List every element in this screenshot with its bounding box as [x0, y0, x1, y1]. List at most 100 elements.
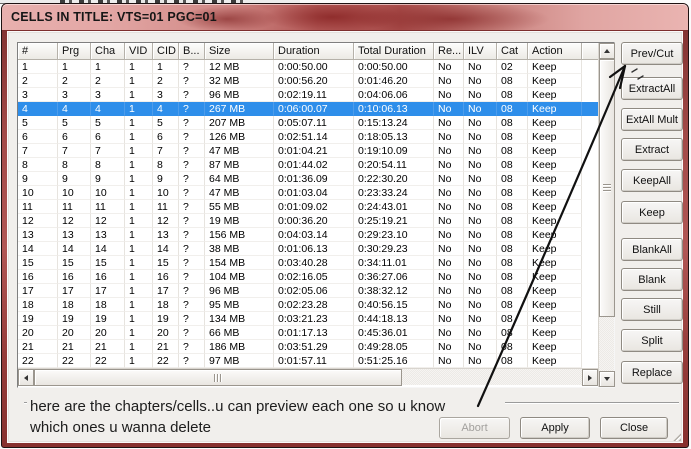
column-header-re[interactable]: Re... — [434, 43, 464, 60]
table-row-13[interactable]: 13 13 13 1 13? 156 MB 0:04:03.14 0:29:23.10 No No… — [18, 228, 598, 242]
cell: No — [464, 200, 497, 214]
cell: 1 — [125, 186, 153, 200]
table-row-20[interactable]: 20 20 20 1 20? 66 MB 0:01:17.13 0:45:36.01 No No 0… — [18, 326, 598, 340]
cell: 08 — [497, 88, 528, 102]
scroll-up-button[interactable] — [599, 43, 615, 59]
split-button[interactable]: Split — [621, 329, 683, 352]
blank-button[interactable]: Blank — [621, 268, 683, 291]
cell: No — [434, 284, 464, 298]
dialog-titlebar[interactable]: CELLS IN TITLE: VTS=01 PGC=01 — [2, 4, 688, 31]
table-row-6[interactable]: 6 6 6 1 6? 126 MB 0:02:51.14 0:18:05.13 No No 08 Ke… — [18, 130, 598, 144]
abort-button[interactable]: Abort — [439, 417, 510, 439]
cell: 2 — [18, 74, 58, 88]
column-header-vid[interactable]: VID — [125, 43, 153, 60]
resize-grip-icon[interactable] — [667, 427, 681, 441]
vertical-scrollbar[interactable] — [598, 43, 615, 387]
scroll-down-button[interactable] — [599, 371, 615, 387]
table-row-15[interactable]: 15 15 15 1 15? 154 MB 0:03:40.28 0:34:11.01 No No… — [18, 256, 598, 270]
cell: 20 — [153, 326, 179, 340]
table-row-16[interactable]: 16 16 16 1 16? 104 MB 0:02:16.05 0:36:27.06 No No… — [18, 270, 598, 284]
cell: 1 — [125, 116, 153, 130]
horizontal-scrollbar-thumb[interactable] — [34, 369, 402, 386]
column-header-[interactable]: # — [18, 43, 58, 60]
extract-button[interactable]: Extract — [621, 138, 683, 161]
prev-cut-button[interactable]: Prev/Cut — [621, 42, 683, 65]
column-header-filler — [582, 43, 598, 60]
table-row-8[interactable]: 8 8 8 1 8? 87 MB 0:01:44.02 0:20:54.11 No No 08 Kee… — [18, 158, 598, 172]
cell: 0:05:07.11 — [274, 116, 354, 130]
cell: 15 — [91, 256, 125, 270]
cell: No — [464, 228, 497, 242]
cell: 1 — [125, 354, 153, 368]
cell: No — [464, 116, 497, 130]
apply-button[interactable]: Apply — [520, 417, 590, 439]
table-row-3[interactable]: 3 3 3 1 3? 96 MB 0:02:19.11 0:04:06.06 No No 08 Kee… — [18, 88, 598, 102]
cell: 0:15:13.24 — [354, 116, 434, 130]
extractall-button[interactable]: ExtractAll — [621, 77, 683, 100]
table-row-12[interactable]: 12 12 12 1 12? 19 MB 0:00:36.20 0:25:19.21 No No 0… — [18, 214, 598, 228]
cell: 154 MB — [205, 256, 274, 270]
column-header-size[interactable]: Size — [205, 43, 274, 60]
table-row-10[interactable]: 10 10 10 1 10? 47 MB 0:01:03.04 0:23:33.24 No No 0… — [18, 186, 598, 200]
column-header-cid[interactable]: CID — [153, 43, 179, 60]
scroll-right-button[interactable] — [582, 369, 598, 386]
annotation-line-2: which ones u wanna delete — [30, 419, 211, 436]
vertical-scrollbar-thumb[interactable] — [599, 59, 615, 317]
cell: Keep — [528, 312, 582, 326]
extall-mult-button[interactable]: ExtAll Mult — [621, 108, 683, 131]
replace-button[interactable]: Replace — [621, 361, 683, 384]
table-row-11[interactable]: 11 11 11 1 11? 55 MB 0:01:09.02 0:24:43.01 No No 0… — [18, 200, 598, 214]
horizontal-scrollbar[interactable] — [18, 368, 598, 386]
blankall-button[interactable]: BlankAll — [621, 238, 683, 261]
table-row-18[interactable]: 18 18 18 1 18? 95 MB 0:02:23.28 0:40:56.15 No No 0… — [18, 298, 598, 312]
column-header-cha[interactable]: Cha — [91, 43, 125, 60]
column-header-duration[interactable]: Duration — [274, 43, 354, 60]
cell: 0:24:43.01 — [354, 200, 434, 214]
column-header-action[interactable]: Action — [528, 43, 582, 60]
cell: 7 — [58, 144, 91, 158]
table-row-14[interactable]: 14 14 14 1 14? 38 MB 0:01:06.13 0:30:29.23 No No 0… — [18, 242, 598, 256]
cell: 18 — [58, 298, 91, 312]
cell: 7 — [18, 144, 58, 158]
cell: 0:00:36.20 — [274, 214, 354, 228]
cell: 9 — [18, 172, 58, 186]
cell: Keep — [528, 242, 582, 256]
column-header-cat[interactable]: Cat — [497, 43, 528, 60]
table-row-22[interactable]: 22 22 22 1 22? 97 MB 0:01:57.11 0:51:25.16 No No 0… — [18, 354, 598, 368]
vertical-scrollbar-track[interactable] — [599, 317, 614, 371]
table-row-19[interactable]: 19 19 19 1 19? 134 MB 0:03:21.23 0:44:18.13 No No… — [18, 312, 598, 326]
cell: 16 — [18, 270, 58, 284]
cell: Keep — [528, 298, 582, 312]
table-row-5[interactable]: 5 5 5 1 5? 207 MB 0:05:07.11 0:15:13.24 No No 08 Ke… — [18, 116, 598, 130]
table-row-9[interactable]: 9 9 9 1 9? 64 MB 0:01:36.09 0:22:30.20 No No 08 Kee… — [18, 172, 598, 186]
column-header-totalduration[interactable]: Total Duration — [354, 43, 434, 60]
table-row-7[interactable]: 7 7 7 1 7? 47 MB 0:01:04.21 0:19:10.09 No No 08 Kee… — [18, 144, 598, 158]
column-header-b[interactable]: B... — [179, 43, 205, 60]
table-row-4[interactable]: 4 4 4 1 4? 267 MB 0:06:00.07 0:10:06.13 No No 08 Ke… — [18, 102, 598, 116]
table-row-2[interactable]: 2 2 2 1 2? 32 MB 0:00:56.20 0:01:46.20 No No 08 Kee… — [18, 74, 598, 88]
cell: 0:38:32.12 — [354, 284, 434, 298]
cell: ? — [179, 186, 205, 200]
table-row-21[interactable]: 21 21 21 1 21? 186 MB 0:03:51.29 0:49:28.05 No No… — [18, 340, 598, 354]
cell: 14 — [153, 242, 179, 256]
still-button[interactable]: Still — [621, 298, 683, 321]
keepall-button[interactable]: KeepAll — [621, 169, 683, 192]
column-header-prg[interactable]: Prg — [58, 43, 91, 60]
cell: 8 — [58, 158, 91, 172]
scroll-left-button[interactable] — [18, 369, 34, 386]
close-button[interactable]: Close — [600, 417, 668, 439]
table-row-1[interactable]: 1 1 1 1 1? 12 MB 0:00:50.00 0:00:50.00 No No 02 Kee… — [18, 60, 598, 74]
cell: 0:00:56.20 — [274, 74, 354, 88]
horizontal-scrollbar-track[interactable] — [402, 369, 582, 385]
cell: 5 — [18, 116, 58, 130]
keep-button[interactable]: Keep — [621, 201, 683, 224]
cell: 156 MB — [205, 228, 274, 242]
cell: No — [434, 144, 464, 158]
cell: 4 — [18, 102, 58, 116]
cell: No — [434, 74, 464, 88]
column-header-ilv[interactable]: ILV — [464, 43, 497, 60]
table-row-17[interactable]: 17 17 17 1 17? 96 MB 0:02:05.06 0:38:32.12 No No 0… — [18, 284, 598, 298]
cell: 17 — [153, 284, 179, 298]
cell: 1 — [125, 270, 153, 284]
cell: No — [434, 354, 464, 368]
